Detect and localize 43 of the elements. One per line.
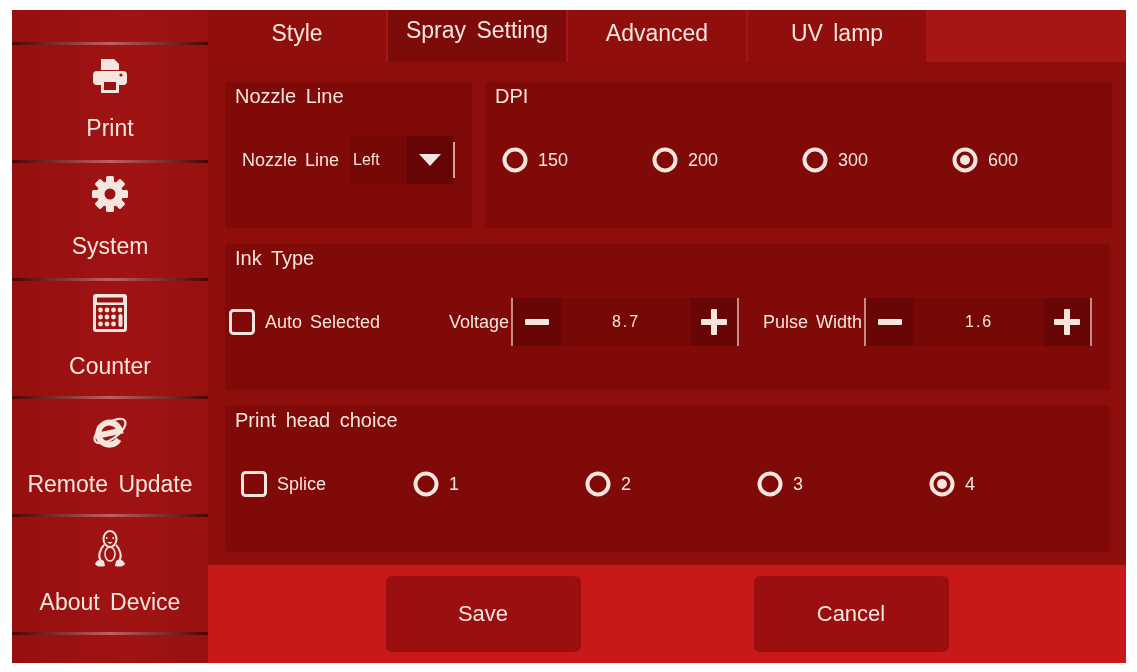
printer-icon [92, 58, 128, 94]
penguin-icon [93, 530, 127, 568]
radio-button[interactable]: 150 [502, 147, 569, 173]
section-title: Nozzle Line [235, 84, 344, 108]
field-label: Pulse Width [763, 311, 863, 333]
checkbox[interactable]: Auto Selected [229, 309, 449, 335]
value-field[interactable]: 1.6 [914, 298, 1045, 346]
radio-button[interactable]: 600 [952, 147, 1019, 173]
section-title: DPI [495, 84, 529, 108]
tab[interactable]: UV lamp [748, 10, 926, 62]
plus-icon [1054, 309, 1081, 335]
radio-button[interactable]: 200 [652, 147, 719, 173]
caret-icon [407, 136, 456, 184]
minus-icon [878, 319, 903, 325]
dropdown[interactable]: Left [349, 136, 456, 184]
tab[interactable]: Spray Setting [388, 10, 566, 62]
sidebar-item[interactable]: Remote Update [12, 399, 208, 514]
radio-button[interactable]: 300 [802, 147, 869, 173]
section-title: Ink Type [235, 246, 315, 270]
sidebar-item[interactable]: About Device [12, 517, 208, 632]
sidebar-item[interactable]: Print [12, 45, 208, 160]
radio-button[interactable]: 2 [585, 471, 631, 497]
radio-button[interactable]: 1 [413, 471, 459, 497]
section-title: Print head choice [235, 408, 398, 432]
sidebar-item[interactable]: System [12, 163, 208, 278]
increment-button[interactable] [691, 298, 740, 346]
increment-button[interactable] [1044, 298, 1093, 346]
action-button[interactable]: Cancel [753, 576, 949, 652]
tab[interactable]: Style [208, 10, 386, 62]
action-button[interactable]: Save [385, 576, 581, 652]
value-field[interactable]: 8.7 [561, 298, 692, 346]
sidebar-item[interactable]: Counter [12, 281, 208, 396]
field-label: Nozzle Line [242, 149, 340, 171]
plus-icon [701, 309, 728, 335]
decrement-button[interactable] [866, 298, 915, 346]
minus-icon [525, 319, 550, 325]
tab[interactable]: Advanced [568, 10, 746, 62]
radio-button[interactable]: 4 [929, 471, 975, 497]
radio-button[interactable]: 3 [757, 471, 803, 497]
checkbox[interactable]: Splice [241, 471, 327, 497]
field-label: Voltage [449, 311, 510, 333]
decrement-button[interactable] [513, 298, 562, 346]
calculator-icon [93, 294, 127, 332]
